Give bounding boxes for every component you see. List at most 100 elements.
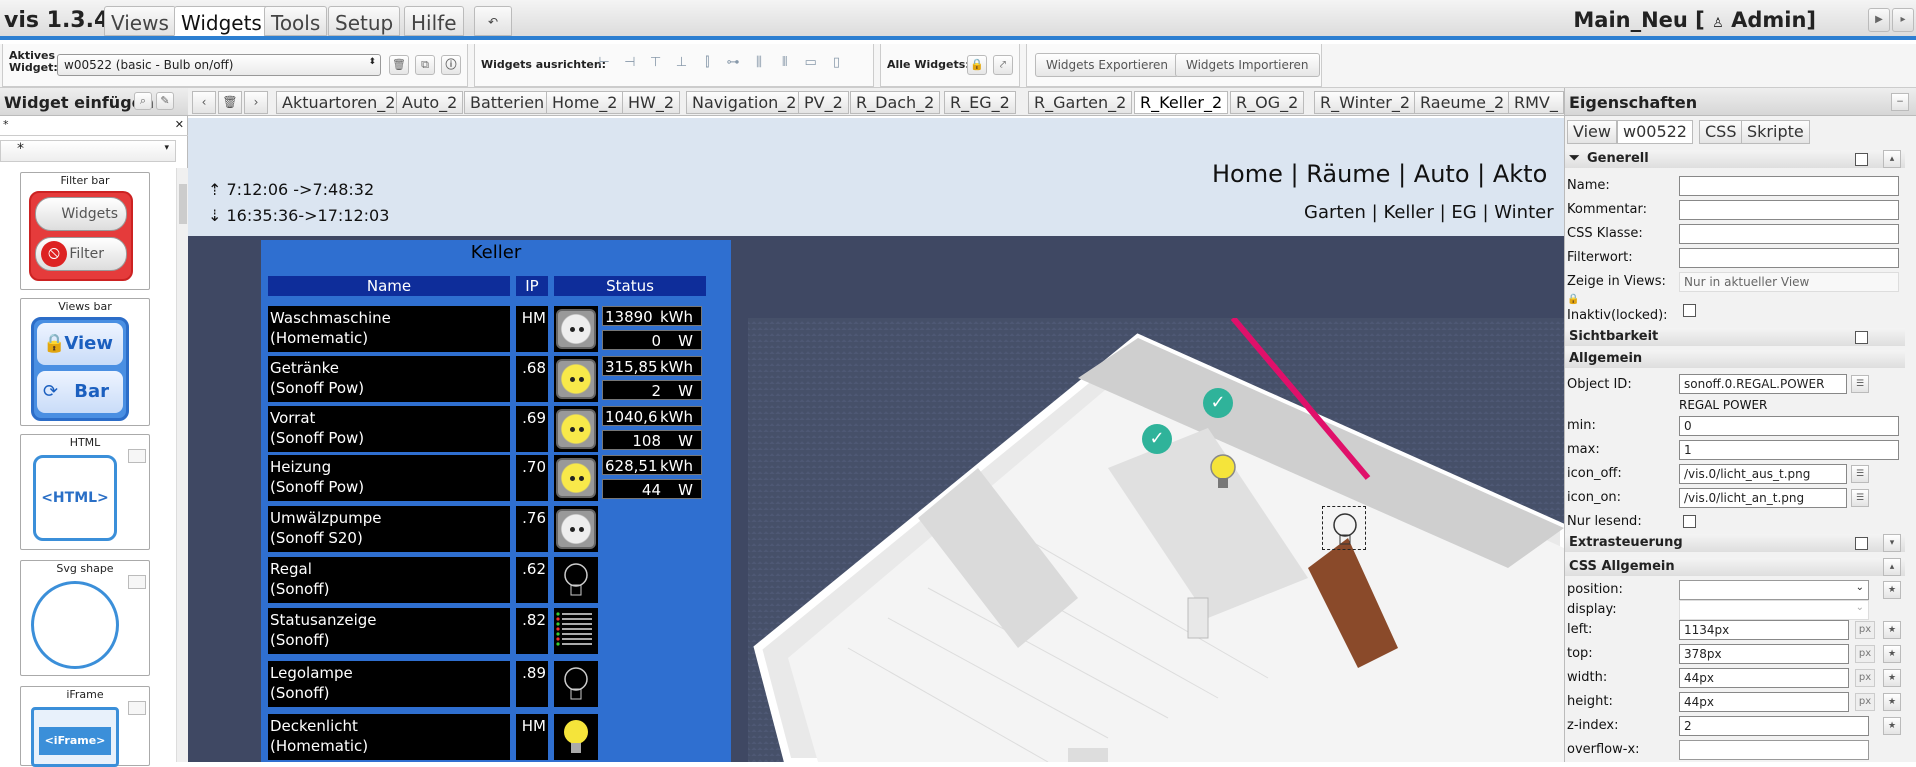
widget-card-views-bar[interactable]: Views bar View Bar 🔒 ⟳ [20,298,150,426]
view-tab[interactable]: R_Dach_2 [850,91,941,114]
extrasteuerung-expand[interactable]: ▾ [1883,534,1901,552]
top-input[interactable]: 378px [1679,644,1849,664]
align-left-icon[interactable]: ⊢ [593,52,615,74]
align-right-icon[interactable]: ⊣ [619,52,641,74]
view-tab[interactable]: HW_2 [622,91,681,114]
max-input[interactable]: 1 [1679,440,1899,460]
view-tab[interactable]: Navigation_2 [686,91,803,114]
view-canvas[interactable]: ⇡ 7:12:06 ->7:48:32 ⇣ 16:35:36->17:12:03… [188,118,1564,762]
generell-collapse[interactable]: ▴ [1883,150,1901,168]
view-tab-active[interactable]: R_Keller_2 [1134,91,1229,114]
undo-button[interactable]: ↶ [474,6,512,36]
active-widget-select[interactable]: w00522 (basic - Bulb on/off) ⬍ [57,54,381,76]
view-tab[interactable]: R_Garten_2 [1028,91,1133,114]
palette-filter-input[interactable]: * ✕ [0,118,188,136]
same-height-icon[interactable]: ▯ [825,52,847,74]
left-unit[interactable]: px [1855,621,1875,639]
nav-akto[interactable]: Akto [1493,160,1547,188]
menu-tools[interactable]: Tools [264,6,328,36]
css-allgemein-collapse[interactable]: ▴ [1883,558,1901,576]
height-input[interactable]: 44px [1679,692,1849,712]
socket-off-icon[interactable] [554,306,598,352]
menu-setup[interactable]: Setup [328,6,401,36]
tab-css[interactable]: CSS [1699,120,1743,144]
object-id-input[interactable]: sonoff.0.REGAL.POWER [1679,374,1847,394]
palette-pin-button[interactable]: ✎ [156,92,174,110]
bulb-on-icon[interactable] [1208,452,1238,494]
section-css-allgemein[interactable]: CSS Allgemein [1565,558,1905,576]
menu-toggle-button[interactable]: ▸ [1892,8,1914,32]
same-width-icon[interactable]: ▭ [800,52,822,74]
filterwort-input[interactable] [1679,248,1899,268]
left-input[interactable]: 1134px [1679,620,1849,640]
nav-raeume[interactable]: Räume [1306,160,1390,188]
check-icon[interactable]: ✓ [1142,424,1172,454]
top-star[interactable]: ★ [1883,645,1901,663]
socket-off-icon[interactable] [554,506,598,552]
section-sichtbarkeit[interactable]: Sichtbarkeit [1565,328,1905,346]
selected-widget-bulb[interactable] [1322,506,1366,550]
view-tab[interactable]: Batterien [464,91,551,114]
menu-views[interactable]: Views [104,6,176,36]
icon-off-input[interactable]: /vis.0/licht_aus_t.png [1679,464,1847,484]
socket-on-icon[interactable] [554,356,598,402]
generell-checkbox[interactable] [1855,153,1868,166]
kommentar-input[interactable] [1679,200,1899,220]
widget-card-filter-bar[interactable]: Filter bar Widgets Filter ⦸ [20,172,150,290]
view-tab[interactable]: RMV_ [1508,91,1564,114]
width-unit[interactable]: px [1855,669,1875,687]
bulb-off-icon[interactable] [554,661,598,707]
tab-skripte[interactable]: Skripte [1741,120,1810,144]
tab-widget[interactable]: w00522 [1617,120,1693,144]
width-star[interactable]: ★ [1883,669,1901,687]
check-icon[interactable]: ✓ [1203,388,1233,418]
run-button[interactable]: ▶ [1868,8,1890,32]
distribute-v-icon[interactable]: ⦀ [774,52,796,74]
view-tab[interactable]: Raeume_2 [1414,91,1511,114]
view-tab[interactable]: Auto_2 [396,91,464,114]
section-allgemein[interactable]: Allgemein [1565,350,1905,368]
extrasteuerung-checkbox[interactable] [1855,537,1868,550]
distribute-h-icon[interactable]: ⫼ [748,52,770,74]
view-tab[interactable]: PV_2 [798,91,849,114]
copy-widget-button[interactable]: ⧉ [415,55,435,75]
scrollbar-thumb[interactable] [179,184,187,224]
tabs-prev-button[interactable]: ‹ [192,91,216,114]
top-unit[interactable]: px [1855,645,1875,663]
height-unit[interactable]: px [1855,693,1875,711]
socket-on-icon[interactable] [554,406,598,452]
view-tab[interactable]: Aktuartoren_2 [276,91,402,114]
export-widgets-button[interactable]: Widgets Exportieren [1035,53,1179,77]
css-klasse-input[interactable] [1679,224,1899,244]
menu-hilfe[interactable]: Hilfe [404,6,464,36]
nav-auto[interactable]: Auto [1414,160,1470,188]
menu-widgets[interactable]: Widgets [174,6,269,36]
icon-off-browse[interactable]: ☰ [1851,465,1869,483]
object-id-browse[interactable]: ☰ [1851,375,1869,393]
height-star[interactable]: ★ [1883,693,1901,711]
subnav-keller[interactable]: Keller [1383,202,1433,223]
sichtbarkeit-checkbox[interactable] [1855,331,1868,344]
tabs-list-button[interactable]: 🗑 [218,91,242,114]
palette-search-button[interactable]: ⌕ [134,92,152,110]
view-tab[interactable]: R_EG_2 [944,91,1016,114]
widget-card-iframe[interactable]: iFrame <iFrame> [20,686,150,767]
external-button[interactable]: ⤤ [993,55,1013,75]
icon-on-input[interactable]: /vis.0/licht_an_t.png [1679,488,1847,508]
subnav-winter[interactable]: Winter [1494,202,1553,223]
align-bottom-icon[interactable]: ⊥ [670,52,692,74]
bulb-off-icon[interactable] [554,557,598,603]
import-widgets-button[interactable]: Widgets Importieren [1175,53,1320,77]
min-input[interactable]: 0 [1679,416,1899,436]
zindex-star[interactable]: ★ [1883,717,1901,735]
nur-lesend-checkbox[interactable] [1683,515,1696,528]
clear-icon[interactable]: ✕ [175,118,184,131]
view-tab[interactable]: R_OG_2 [1230,91,1305,114]
status-list-icon[interactable] [554,608,598,654]
align-center-v-icon[interactable]: ⫿ [696,52,718,74]
icon-on-browse[interactable]: ☰ [1851,489,1869,507]
overflow-x-select[interactable] [1679,740,1869,760]
palette-set-select[interactable]: * ▾ [0,140,176,162]
nav-home[interactable]: Home [1212,160,1283,188]
align-center-h-icon[interactable]: ⊶ [722,52,744,74]
